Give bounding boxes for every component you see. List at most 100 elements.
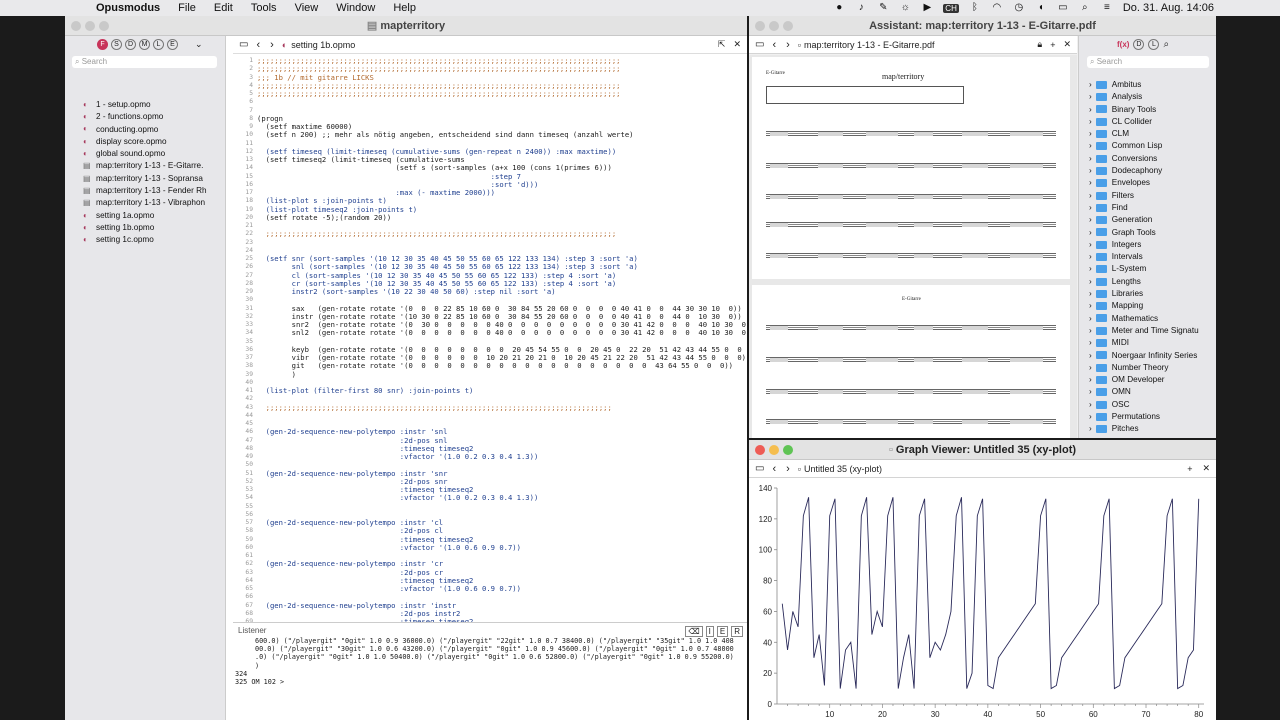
file-list-item[interactable]: ◐ display score.opmo <box>83 136 223 148</box>
library-item[interactable]: › MIDI <box>1089 337 1216 349</box>
back-icon[interactable]: ‹ <box>772 39 776 51</box>
bluetooth-icon[interactable]: ᛒ <box>969 3 981 13</box>
disclosure-chevron-icon[interactable]: › <box>1089 326 1092 335</box>
disclosure-chevron-icon[interactable]: › <box>1089 252 1092 261</box>
filter-m[interactable]: M <box>139 39 150 50</box>
menu-app-name[interactable]: Opusmodus <box>87 2 169 14</box>
clear-listener-icon[interactable]: ⌫ <box>685 626 703 637</box>
file-list-item[interactable]: ◐ 1 - setup.opmo <box>83 99 223 111</box>
code-line[interactable]: ;;;;;;;;;;;;;;;;;;;;;;;;;;;;;;;;;;;;;;;;… <box>257 89 747 98</box>
editor-file-tab[interactable]: setting 1b.opmo <box>291 40 355 50</box>
code-line[interactable]: instr2 (sort-samples '(10 22 30 40 50 60… <box>257 287 747 296</box>
library-item[interactable]: › Find <box>1089 202 1216 214</box>
library-item[interactable]: › OSC <box>1089 399 1216 411</box>
code-line[interactable]: :vfactor '(1.0 0.2 0.3 0.4 1.3)) <box>257 452 747 461</box>
library-item[interactable]: › Mathematics <box>1089 313 1216 325</box>
file-list-item[interactable]: ▤ map:territory 1-13 - Vibraphon <box>83 197 223 209</box>
add-tab-icon[interactable]: + <box>1050 40 1055 50</box>
file-list-item[interactable]: ◐ conducting.opmo <box>83 124 223 136</box>
code-line[interactable]: ;;;;;;;;;;;;;;;;;;;;;;;;;;;;;;;;;;;;;;;;… <box>257 229 747 238</box>
disclosure-chevron-icon[interactable]: › <box>1089 92 1092 101</box>
disclosure-chevron-icon[interactable]: › <box>1089 277 1092 286</box>
library-item[interactable]: › Intervals <box>1089 251 1216 263</box>
code-line[interactable] <box>257 107 747 115</box>
zoom-button[interactable] <box>99 21 109 31</box>
menu-view[interactable]: View <box>286 2 328 14</box>
code-line[interactable]: :vfactor '(1.0 0.2 0.3 0.4 1.3)) <box>257 493 747 502</box>
input-source-badge[interactable]: CH <box>943 3 959 13</box>
navigator-search[interactable]: ⌕ Search <box>72 56 217 68</box>
xy-plot[interactable]: 0 20 40 60 80 100 120 140 10 20 30 40 50 60 70 80 <box>749 480 1216 720</box>
file-list-item[interactable]: ▤ map:territory 1-13 - Sopransa <box>83 173 223 185</box>
disclosure-chevron-icon[interactable]: › <box>1089 264 1092 273</box>
disclosure-chevron-icon[interactable]: › <box>1089 375 1092 384</box>
file-list-item[interactable]: ◐ setting 1a.opmo <box>83 210 223 222</box>
listener-output[interactable]: 600.0) ("/playergit" "0git" 1.0 0.9 3600… <box>235 637 734 686</box>
wifi-icon[interactable]: ◠ <box>991 3 1003 13</box>
file-list-item[interactable]: ▤ map:territory 1-13 - E-Gitarre. <box>83 160 223 172</box>
disclosure-chevron-icon[interactable]: › <box>1089 314 1092 323</box>
listener-tool-e-icon[interactable]: E <box>716 626 729 637</box>
disclosure-chevron-icon[interactable]: › <box>1089 400 1092 409</box>
library-item[interactable]: › Permutations <box>1089 411 1216 423</box>
close-button[interactable] <box>755 21 765 31</box>
library-item[interactable]: › Libraries <box>1089 288 1216 300</box>
library-item[interactable]: › Dodecaphony <box>1089 165 1216 177</box>
library-item[interactable]: › Meter and Time Signatu <box>1089 325 1216 337</box>
back-icon[interactable]: ‹ <box>772 463 776 475</box>
close-tab-icon[interactable]: ✕ <box>1202 463 1210 474</box>
play-icon[interactable]: ▶ <box>921 3 933 13</box>
disclosure-chevron-icon[interactable]: › <box>1089 105 1092 114</box>
disclosure-chevron-icon[interactable]: › <box>1089 203 1092 212</box>
disclosure-chevron-icon[interactable]: › <box>1089 363 1092 372</box>
menu-window[interactable]: Window <box>327 2 384 14</box>
assistant-doc-tab[interactable]: map:territory 1-13 - E-Gitarre.pdf <box>804 40 935 50</box>
disclosure-chevron-icon[interactable]: › <box>1089 424 1092 433</box>
code-line[interactable] <box>257 98 747 106</box>
sun-icon[interactable]: ☼ <box>899 3 911 13</box>
minimize-button[interactable] <box>769 21 779 31</box>
control-center-icon[interactable]: ≡ <box>1101 3 1113 13</box>
pdf-viewer[interactable]: E-Gitarre map/territory E-Gitarre <box>749 55 1077 438</box>
pen-icon[interactable]: ✎ <box>877 3 889 13</box>
minimize-button[interactable] <box>85 21 95 31</box>
filter-d[interactable]: D <box>125 39 136 50</box>
music-icon[interactable]: ♪ <box>855 3 867 13</box>
listener-tool-r-icon[interactable]: R <box>731 626 743 637</box>
menu-edit[interactable]: Edit <box>205 2 242 14</box>
filter-function[interactable]: f(x) <box>1117 40 1129 49</box>
library-item[interactable]: › Binary Tools <box>1089 104 1216 116</box>
library-item[interactable]: › L-System <box>1089 263 1216 275</box>
chevron-down-icon[interactable]: ⌄ <box>195 39 203 50</box>
sidebar-toggle-icon[interactable]: ▭ <box>755 39 764 50</box>
filter-lib[interactable]: L <box>1148 39 1160 50</box>
sidebar-toggle-icon[interactable]: ▭ <box>755 463 764 474</box>
disclosure-chevron-icon[interactable]: › <box>1089 154 1092 163</box>
forward-icon[interactable]: › <box>786 39 790 51</box>
disclosure-chevron-icon[interactable]: › <box>1089 178 1092 187</box>
share-icon[interactable]: ⇱ <box>718 39 726 50</box>
code-line[interactable]: (setf rotate -5);(random 20)) <box>257 213 747 222</box>
library-item[interactable]: › Graph Tools <box>1089 227 1216 239</box>
code-line[interactable]: (setf n 200) ;; mehr als nötig angeben, … <box>257 130 747 139</box>
library-item[interactable]: › Common Lisp <box>1089 140 1216 152</box>
disclosure-chevron-icon[interactable]: › <box>1089 240 1092 249</box>
lock-icon[interactable]: 🔒︎ <box>1037 39 1042 50</box>
disclosure-chevron-icon[interactable]: › <box>1089 351 1092 360</box>
disclosure-chevron-icon[interactable]: › <box>1089 141 1092 150</box>
add-tab-icon[interactable]: + <box>1187 464 1192 474</box>
library-item[interactable]: › Conversions <box>1089 153 1216 165</box>
back-icon[interactable]: ‹ <box>256 39 260 51</box>
filter-doc[interactable]: D <box>1133 39 1145 50</box>
battery-icon[interactable]: ▭ <box>1057 3 1069 13</box>
disclosure-chevron-icon[interactable]: › <box>1089 338 1092 347</box>
disclosure-chevron-icon[interactable]: › <box>1089 301 1092 310</box>
filter-l[interactable]: L <box>153 39 164 50</box>
record-icon[interactable]: ● <box>833 3 845 13</box>
filter-e[interactable]: E <box>167 39 178 50</box>
library-item[interactable]: › Generation <box>1089 214 1216 226</box>
menu-file[interactable]: File <box>169 2 205 14</box>
code-text[interactable]: ;;;;;;;;;;;;;;;;;;;;;;;;;;;;;;;;;;;;;;;;… <box>257 56 747 624</box>
disclosure-chevron-icon[interactable]: › <box>1089 215 1092 224</box>
search-icon[interactable]: ⌕ <box>1163 39 1169 50</box>
